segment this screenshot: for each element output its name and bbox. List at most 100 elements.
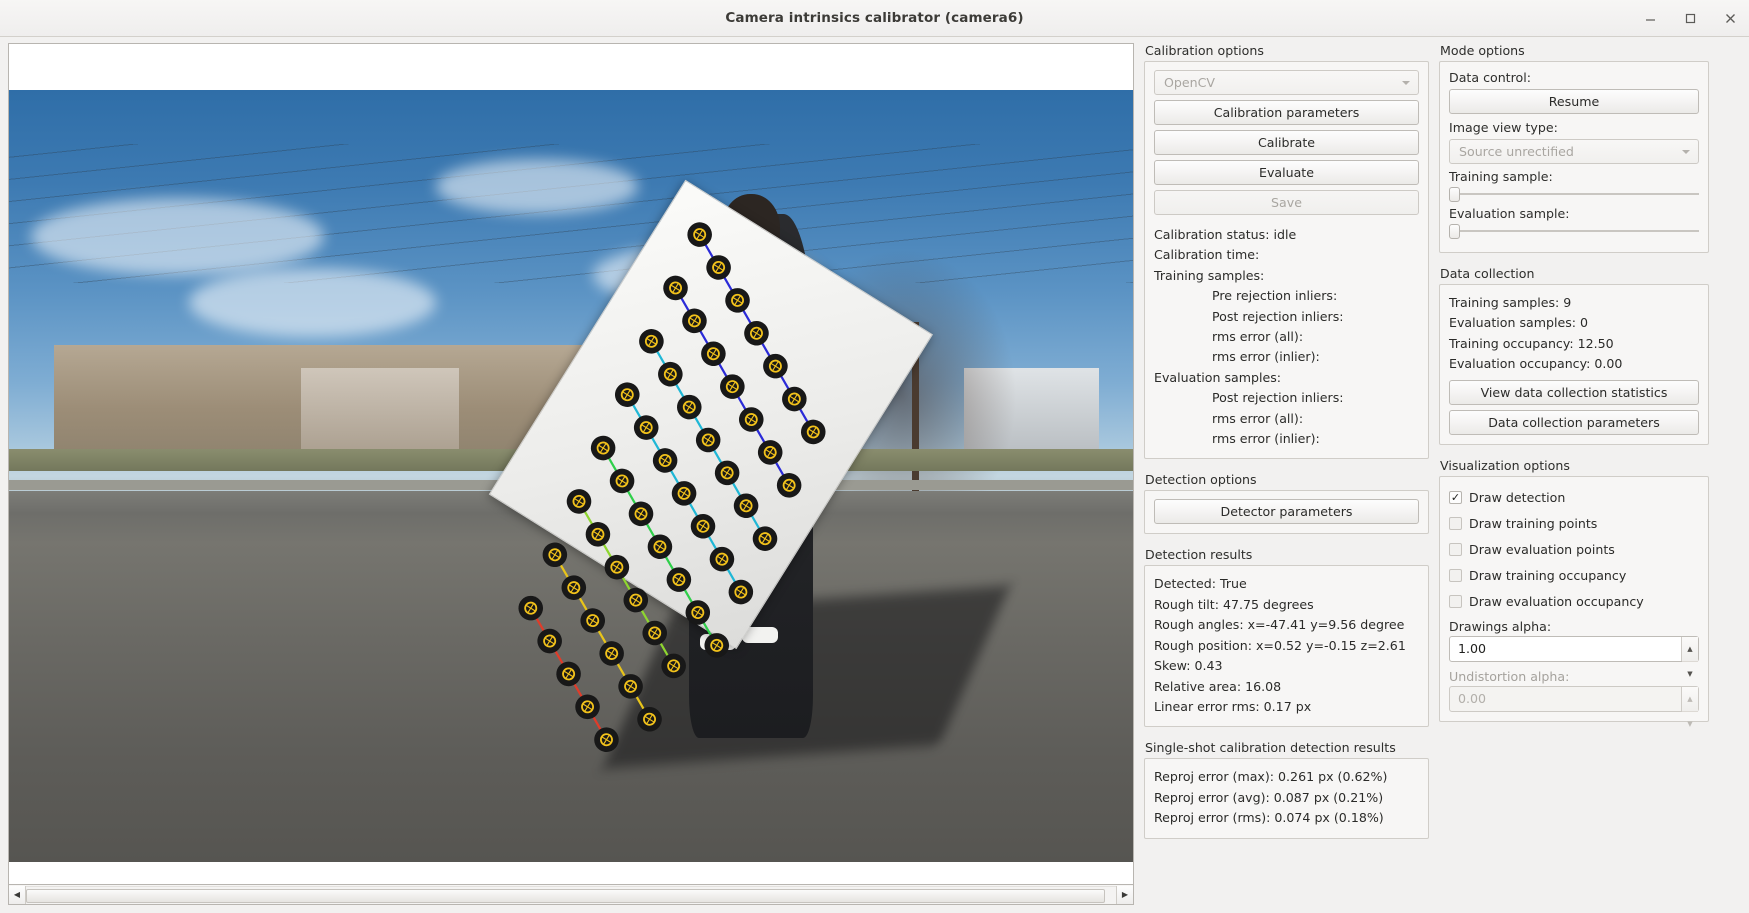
chevron-down-icon xyxy=(1402,81,1410,85)
house xyxy=(301,368,458,461)
evaluation-rms-error-inlier-line: rms error (inlier): xyxy=(1154,429,1419,449)
evaluation-samples-count-line: Evaluation samples: 0 xyxy=(1449,313,1699,333)
detection-options-title: Detection options xyxy=(1144,472,1429,487)
save-button: Save xyxy=(1154,190,1419,215)
calibration-parameters-button[interactable]: Calibration parameters xyxy=(1154,100,1419,125)
window-titlebar: Camera intrinsics calibrator (camera6) xyxy=(0,0,1749,37)
training-occupancy-line: Training occupancy: 12.50 xyxy=(1449,334,1699,354)
spin-down-icon: ▼ xyxy=(1682,712,1698,736)
data-collection-group: Data collection Training samples: 9 Eval… xyxy=(1439,266,1709,445)
checkbox-label: Draw training occupancy xyxy=(1469,568,1626,583)
window-title: Camera intrinsics calibrator (camera6) xyxy=(0,10,1749,26)
resume-button[interactable]: Resume xyxy=(1449,89,1699,114)
mode-panel-column: Mode options Data control: Resume Image … xyxy=(1439,43,1709,905)
spin-up-icon[interactable]: ▲ xyxy=(1682,637,1698,662)
mode-options-group: Mode options Data control: Resume Image … xyxy=(1439,43,1709,253)
image-view-type-value: Source unrectified xyxy=(1459,144,1574,159)
cloud xyxy=(31,198,323,275)
checkbox-unchecked-icon xyxy=(1449,517,1462,530)
spin-down-icon[interactable]: ▼ xyxy=(1682,662,1698,686)
checkbox-draw-detection[interactable]: ✓ Draw detection xyxy=(1449,485,1699,511)
training-sample-label: Training sample: xyxy=(1449,169,1699,184)
checkbox-checked-icon: ✓ xyxy=(1449,491,1462,504)
rough-tilt-line: Rough tilt: 47.75 degrees xyxy=(1154,595,1419,615)
checkbox-unchecked-icon xyxy=(1449,569,1462,582)
checkbox-draw-training-points[interactable]: Draw training points xyxy=(1449,511,1699,537)
detector-parameters-button[interactable]: Detector parameters xyxy=(1154,499,1419,524)
visualization-options-group: Visualization options ✓ Draw detection D… xyxy=(1439,458,1709,722)
drawings-alpha-spinbox[interactable]: 1.00 ▲ ▼ xyxy=(1449,636,1699,662)
detected-line: Detected: True xyxy=(1154,574,1419,594)
scroll-left-arrow-icon[interactable]: ◀ xyxy=(9,886,26,904)
checkbox-label: Draw detection xyxy=(1469,490,1565,505)
evaluation-samples-line: Evaluation samples: xyxy=(1154,368,1419,388)
maximize-icon[interactable] xyxy=(1681,10,1699,28)
detection-options-group: Detection options Detector parameters xyxy=(1144,472,1429,534)
single-shot-results-title: Single-shot calibration detection result… xyxy=(1144,740,1429,755)
visualization-options-title: Visualization options xyxy=(1439,458,1709,473)
training-sample-slider[interactable] xyxy=(1449,186,1699,202)
calibration-backend-select[interactable]: OpenCV xyxy=(1154,70,1419,95)
image-viewport-column: ◀ ▶ xyxy=(8,43,1134,905)
cloud xyxy=(189,268,436,337)
drawings-alpha-value: 1.00 xyxy=(1458,641,1486,656)
minimize-icon[interactable] xyxy=(1641,10,1659,28)
slider-track xyxy=(1449,193,1699,195)
checkbox-unchecked-icon xyxy=(1449,543,1462,556)
checkbox-label: Draw evaluation occupancy xyxy=(1469,594,1644,609)
evaluate-button[interactable]: Evaluate xyxy=(1154,160,1419,185)
calibration-time-line: Calibration time: xyxy=(1154,245,1419,265)
drawings-alpha-label: Drawings alpha: xyxy=(1449,619,1699,634)
training-post-rejection-inliers-line: Post rejection inliers: xyxy=(1154,307,1419,327)
calibration-backend-value: OpenCV xyxy=(1164,75,1215,90)
scroll-right-arrow-icon[interactable]: ▶ xyxy=(1116,886,1133,904)
checkbox-label: Draw training points xyxy=(1469,516,1597,531)
cloud xyxy=(436,159,638,213)
chevron-down-icon xyxy=(1682,150,1690,154)
calibration-status-list: Calibration status: idle Calibration tim… xyxy=(1154,225,1419,449)
training-samples-line: Training samples: xyxy=(1154,266,1419,286)
training-rms-error-all-line: rms error (all): xyxy=(1154,327,1419,347)
close-icon[interactable] xyxy=(1721,10,1739,28)
training-pre-rejection-inliers-line: Pre rejection inliers: xyxy=(1154,286,1419,306)
scrollbar-track[interactable] xyxy=(26,886,1116,904)
calibration-panel-column: Calibration options OpenCV Calibration p… xyxy=(1144,43,1429,905)
camera-image-viewport[interactable] xyxy=(8,43,1134,885)
single-shot-results-group: Single-shot calibration detection result… xyxy=(1144,740,1429,838)
checkbox-draw-evaluation-occupancy[interactable]: Draw evaluation occupancy xyxy=(1449,589,1699,615)
checkbox-unchecked-icon xyxy=(1449,595,1462,608)
checkbox-draw-training-occupancy[interactable]: Draw training occupancy xyxy=(1449,563,1699,589)
scrollbar-thumb[interactable] xyxy=(26,889,1105,903)
slider-track xyxy=(1449,230,1699,232)
rough-position-line: Rough position: x=0.52 y=-0.15 z=2.61 xyxy=(1154,636,1419,656)
calibration-status-line: Calibration status: idle xyxy=(1154,225,1419,245)
checkbox-draw-evaluation-points[interactable]: Draw evaluation points xyxy=(1449,537,1699,563)
detection-results-title: Detection results xyxy=(1144,547,1429,562)
calibrate-button[interactable]: Calibrate xyxy=(1154,130,1419,155)
data-collection-title: Data collection xyxy=(1439,266,1709,281)
image-view-type-label: Image view type: xyxy=(1449,120,1699,135)
mode-options-title: Mode options xyxy=(1439,43,1709,58)
evaluation-sample-slider[interactable] xyxy=(1449,223,1699,239)
evaluation-occupancy-line: Evaluation occupancy: 0.00 xyxy=(1449,354,1699,374)
window-controls xyxy=(1641,0,1739,37)
reproj-error-rms-line: Reproj error (rms): 0.074 px (0.18%) xyxy=(1154,808,1419,828)
viewport-horizontal-scrollbar[interactable]: ◀ ▶ xyxy=(8,885,1134,905)
reproj-error-max-line: Reproj error (max): 0.261 px (0.62%) xyxy=(1154,767,1419,787)
slider-handle[interactable] xyxy=(1449,187,1460,202)
data-control-label: Data control: xyxy=(1449,70,1699,85)
spinner-buttons[interactable]: ▲ ▼ xyxy=(1681,637,1698,661)
evaluation-sample-label: Evaluation sample: xyxy=(1449,206,1699,221)
calibration-options-group: Calibration options OpenCV Calibration p… xyxy=(1144,43,1429,459)
undistortion-alpha-label: Undistortion alpha: xyxy=(1449,669,1699,684)
undistortion-alpha-value: 0.00 xyxy=(1458,691,1486,706)
detection-results-group: Detection results Detected: True Rough t… xyxy=(1144,547,1429,727)
data-collection-parameters-button[interactable]: Data collection parameters xyxy=(1449,410,1699,435)
view-data-collection-statistics-button[interactable]: View data collection statistics xyxy=(1449,380,1699,405)
relative-area-line: Relative area: 16.08 xyxy=(1154,677,1419,697)
training-rms-error-inlier-line: rms error (inlier): xyxy=(1154,347,1419,367)
slider-handle[interactable] xyxy=(1449,224,1460,239)
evaluation-post-rejection-inliers-line: Post rejection inliers: xyxy=(1154,388,1419,408)
image-view-type-select[interactable]: Source unrectified xyxy=(1449,139,1699,164)
reproj-error-avg-line: Reproj error (avg): 0.087 px (0.21%) xyxy=(1154,788,1419,808)
